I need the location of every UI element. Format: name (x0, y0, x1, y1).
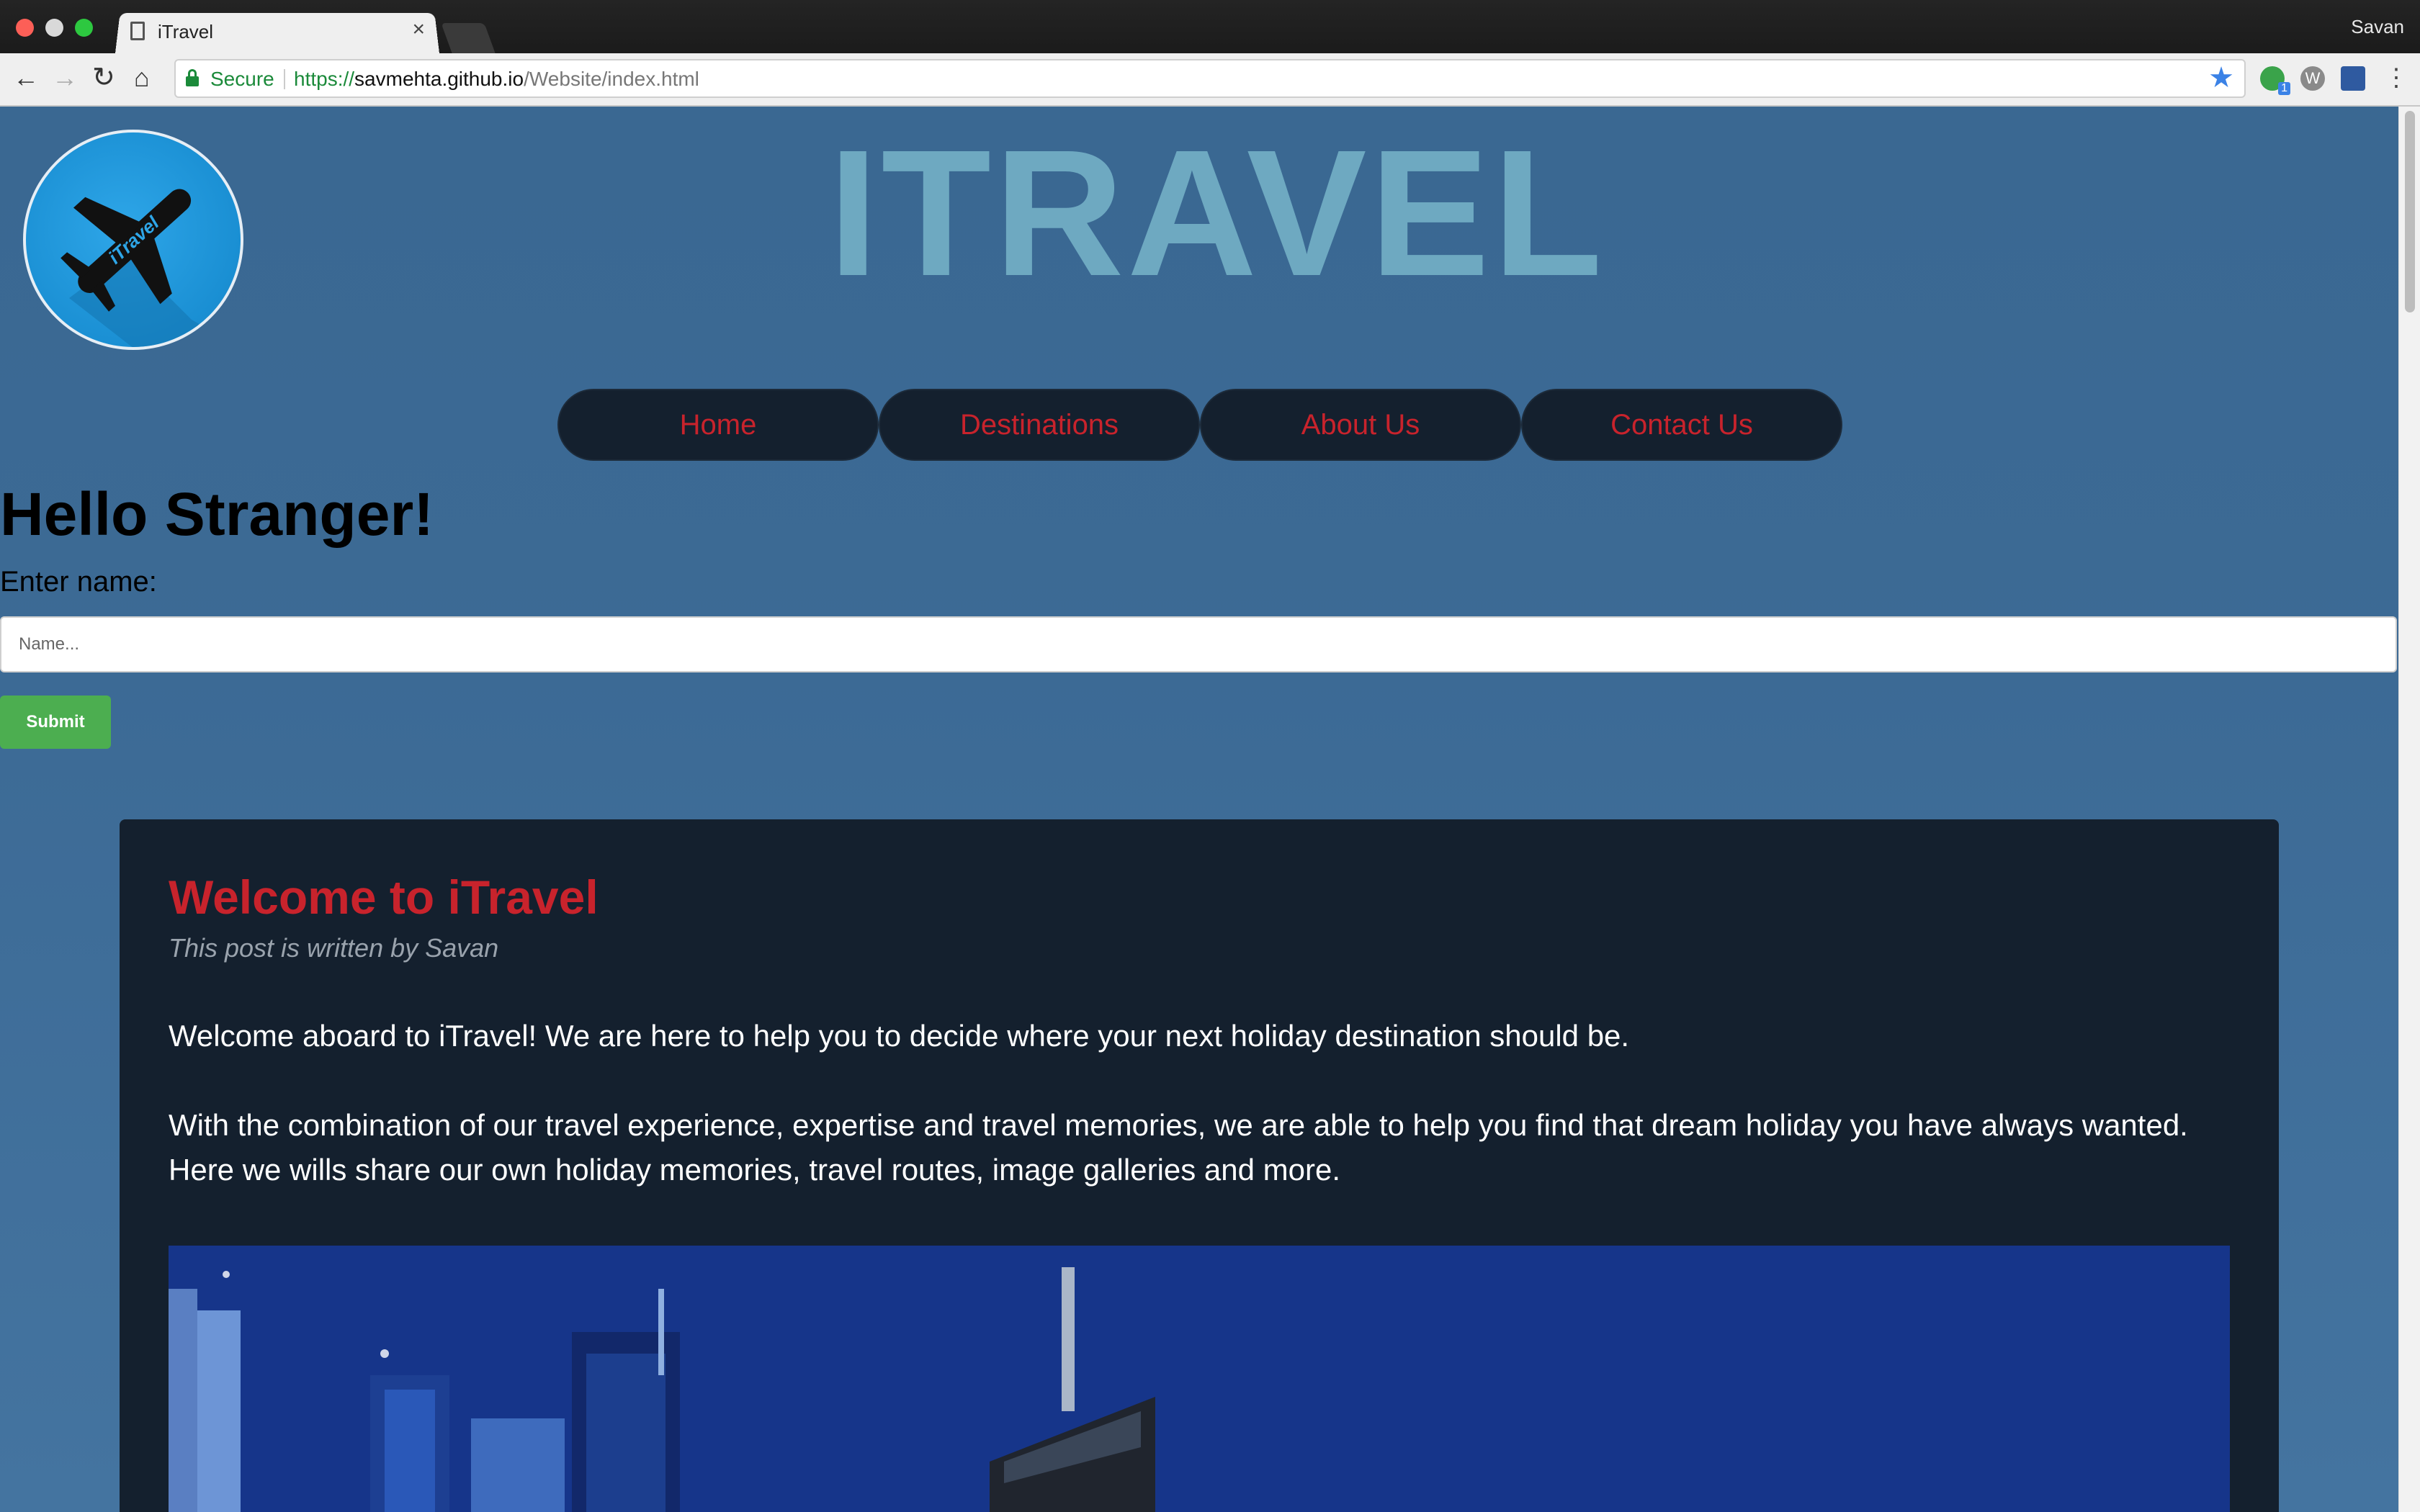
site-title: ITRAVEL (828, 112, 1605, 313)
new-tab-button[interactable] (441, 23, 496, 53)
nav-destinations[interactable]: Destinations (879, 389, 1200, 461)
lock-icon (186, 69, 199, 88)
post-paragraph: With the combination of our travel exper… (169, 1108, 2188, 1187)
city-skyline-image (169, 1246, 2230, 1512)
post-title: Welcome to iTravel (169, 870, 599, 924)
web-page: iTravel ITRAVEL Home Destinations About … (0, 107, 2398, 1512)
greeting-heading: Hello Stranger! (0, 480, 434, 548)
address-bar[interactable]: Secure https://savmehta.github.io/Websit… (174, 59, 2246, 98)
nav-contact-us[interactable]: Contact Us (1521, 389, 1842, 461)
browser-tab[interactable]: iTravel × (126, 12, 439, 53)
url-text[interactable]: https://savmehta.github.io/Website/index… (294, 68, 699, 91)
minimize-window-button[interactable] (45, 19, 63, 37)
address-separator (284, 69, 285, 89)
scrollbar-thumb[interactable] (2405, 111, 2415, 312)
secure-label: Secure (210, 68, 274, 90)
browser-toolbar: ← → ↻ ⌂ Secure https://savmehta.github.i… (0, 53, 2420, 107)
name-input[interactable] (0, 616, 2397, 672)
close-window-button[interactable] (16, 19, 34, 37)
back-arrow-icon[interactable]: ← (13, 63, 39, 92)
browser-titlebar: iTravel × Savan (0, 0, 2420, 53)
bookmark-star-icon[interactable]: ★ (2208, 63, 2234, 92)
itravel-logo[interactable]: iTravel (23, 130, 243, 350)
extension-icon[interactable]: 1 (2260, 66, 2290, 95)
nav-about-us[interactable]: About Us (1200, 389, 1521, 461)
w-extension-icon[interactable]: W (2300, 66, 2325, 91)
tab-close-button[interactable]: × (412, 19, 425, 40)
page-scrollbar[interactable] (2398, 107, 2420, 1512)
post-paragraph: Welcome aboard to iTravel! We are here t… (169, 1019, 1630, 1053)
bookmark-extension-icon[interactable] (2341, 66, 2365, 91)
post-author: This post is written by Savan (169, 933, 499, 963)
name-label: Enter name: (0, 566, 157, 598)
home-icon[interactable]: ⌂ (134, 63, 150, 92)
nav-home[interactable]: Home (557, 389, 879, 461)
maximize-window-button[interactable] (75, 19, 93, 37)
airplane-icon: iTravel (60, 189, 240, 347)
browser-menu-icon[interactable]: ⋮ (2384, 65, 2408, 91)
skyline-drawing (169, 1246, 2230, 1512)
forward-arrow-icon[interactable]: → (52, 63, 78, 92)
welcome-post: Welcome to iTravel This post is written … (120, 819, 2279, 1512)
reload-icon[interactable]: ↻ (92, 63, 115, 92)
submit-button[interactable]: Submit (0, 696, 111, 749)
tab-title: iTravel (158, 21, 214, 42)
profile-name[interactable]: Savan (2351, 16, 2404, 38)
extension-badge: 1 (2278, 82, 2290, 95)
document-icon (130, 22, 145, 40)
